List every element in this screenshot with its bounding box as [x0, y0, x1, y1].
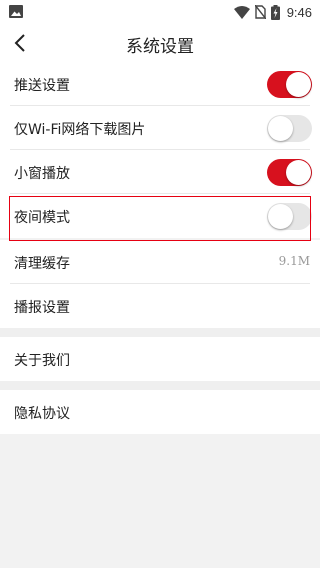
settings-row-privacy[interactable]: 隐私协议 [0, 390, 320, 434]
section-gap [0, 381, 320, 390]
toggle-knob [268, 116, 293, 141]
top-bar: 系统设置 [0, 24, 320, 62]
settings-row-label: 清理缓存 [14, 256, 70, 272]
settings-row-label: 隐私协议 [14, 406, 70, 422]
settings-row-wifi-images[interactable]: 仅Wi-Fi网络下载图片 [0, 106, 320, 150]
settings-row-label: 小窗播放 [14, 166, 70, 182]
gallery-notification-icon [9, 5, 23, 18]
cache-size-value: 9.1M [278, 254, 310, 268]
status-time: 9:46 [286, 4, 312, 20]
status-bar: 9:46 [0, 0, 320, 24]
battery-charging-icon [270, 4, 280, 20]
section-gap [0, 328, 320, 337]
toggle-knob [286, 72, 311, 97]
settings-row-label: 播报设置 [14, 300, 70, 316]
wifi-only-images-toggle[interactable] [267, 115, 312, 142]
settings-row-push[interactable]: 推送设置 [0, 62, 320, 106]
highlight-box [9, 196, 311, 241]
settings-row-label: 推送设置 [14, 78, 70, 94]
settings-row-about-us[interactable]: 关于我们 [0, 337, 320, 381]
no-sim-icon [254, 5, 266, 19]
status-icons: 9:46 [233, 3, 312, 21]
page-title: 系统设置 [126, 37, 194, 57]
settings-row-broadcast[interactable]: 播报设置 [0, 284, 320, 328]
wifi-icon [233, 5, 250, 19]
settings-row-label: 关于我们 [14, 353, 70, 369]
toggle-knob [286, 160, 311, 185]
settings-row-clear-cache[interactable]: 清理缓存 9.1M [0, 240, 320, 284]
push-toggle[interactable] [267, 71, 312, 98]
mini-player-toggle[interactable] [267, 159, 312, 186]
settings-row-label: 仅Wi-Fi网络下载图片 [14, 122, 146, 138]
settings-row-mini-player[interactable]: 小窗播放 [0, 150, 320, 194]
